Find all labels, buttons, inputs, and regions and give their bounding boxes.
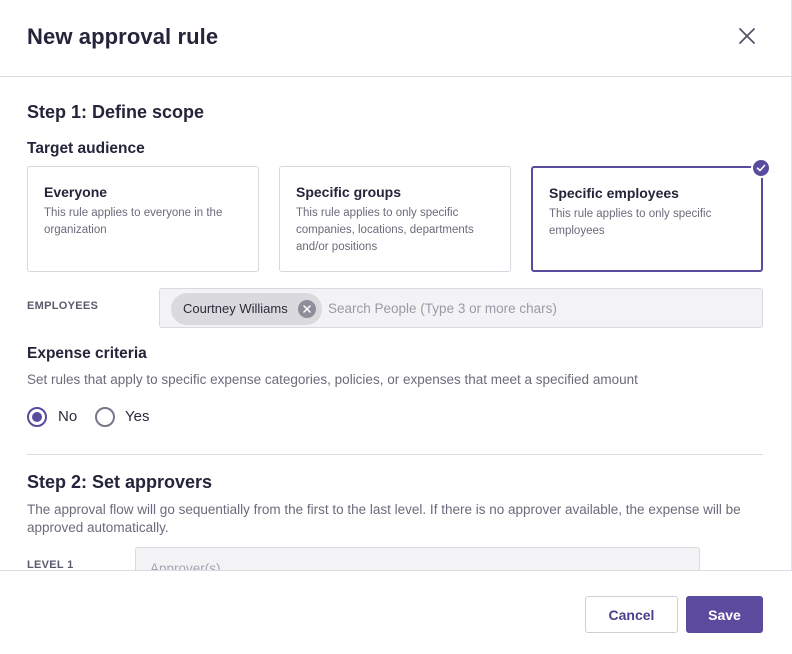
audience-card-title: Specific employees	[549, 185, 679, 201]
section-divider	[27, 454, 763, 455]
audience-card-description: This rule applies to only specific emplo…	[549, 208, 712, 237]
level-1-approver-field[interactable]	[135, 547, 700, 570]
audience-card-specific-groups[interactable]: Specific groups This rule applies to onl…	[279, 166, 511, 272]
modal-header: New approval rule	[0, 0, 792, 77]
employee-chip: Courtney Williams	[171, 293, 322, 325]
audience-card-title: Specific groups	[296, 184, 402, 200]
employee-chip-label: Courtney Williams	[183, 301, 288, 316]
radio-label-yes: Yes	[125, 408, 150, 425]
target-audience-label: Target audience	[27, 140, 145, 157]
expense-criteria-radio-no[interactable]	[27, 407, 47, 427]
expense-criteria-heading: Expense criteria	[27, 345, 147, 362]
modal-body[interactable]: Step 1: Define scope Target audience Eve…	[0, 77, 792, 570]
approver-input[interactable]	[150, 556, 670, 570]
level-1-label: LEVEL 1	[27, 559, 74, 570]
save-button[interactable]: Save	[686, 596, 763, 633]
audience-card-title: Everyone	[44, 184, 108, 200]
audience-card-specific-employees[interactable]: Specific employees This rule applies to …	[531, 166, 763, 272]
employees-tag-input[interactable]: Courtney Williams	[159, 288, 763, 328]
expense-criteria-description: Set rules that apply to specific expense…	[27, 372, 638, 387]
audience-card-description: This rule applies to everyone in the org…	[44, 207, 223, 236]
chip-remove-button[interactable]	[297, 300, 316, 318]
selected-check-badge	[751, 158, 771, 178]
approval-rule-modal: New approval rule Step 1: Define scope T…	[0, 0, 792, 654]
modal-title: New approval rule	[27, 24, 219, 49]
employees-label: EMPLOYEES	[27, 300, 99, 312]
step2-heading: Step 2: Set approvers	[27, 472, 213, 492]
audience-card-everyone[interactable]: Everyone This rule applies to everyone i…	[27, 166, 259, 272]
step2-description: The approval flow will go sequentially f…	[27, 502, 741, 535]
audience-card-description: This rule applies to only specific compa…	[296, 207, 474, 253]
close-icon	[739, 28, 755, 44]
expense-criteria-radio-yes[interactable]	[95, 407, 115, 427]
employee-search-input[interactable]	[328, 295, 748, 321]
remove-chip-icon	[303, 305, 311, 313]
checkmark-circle-icon	[756, 164, 766, 172]
step1-heading: Step 1: Define scope	[27, 102, 205, 122]
close-button[interactable]	[733, 22, 761, 50]
modal-footer: Cancel Save	[0, 570, 792, 654]
radio-label-no: No	[58, 408, 78, 425]
cancel-button[interactable]: Cancel	[585, 596, 678, 633]
